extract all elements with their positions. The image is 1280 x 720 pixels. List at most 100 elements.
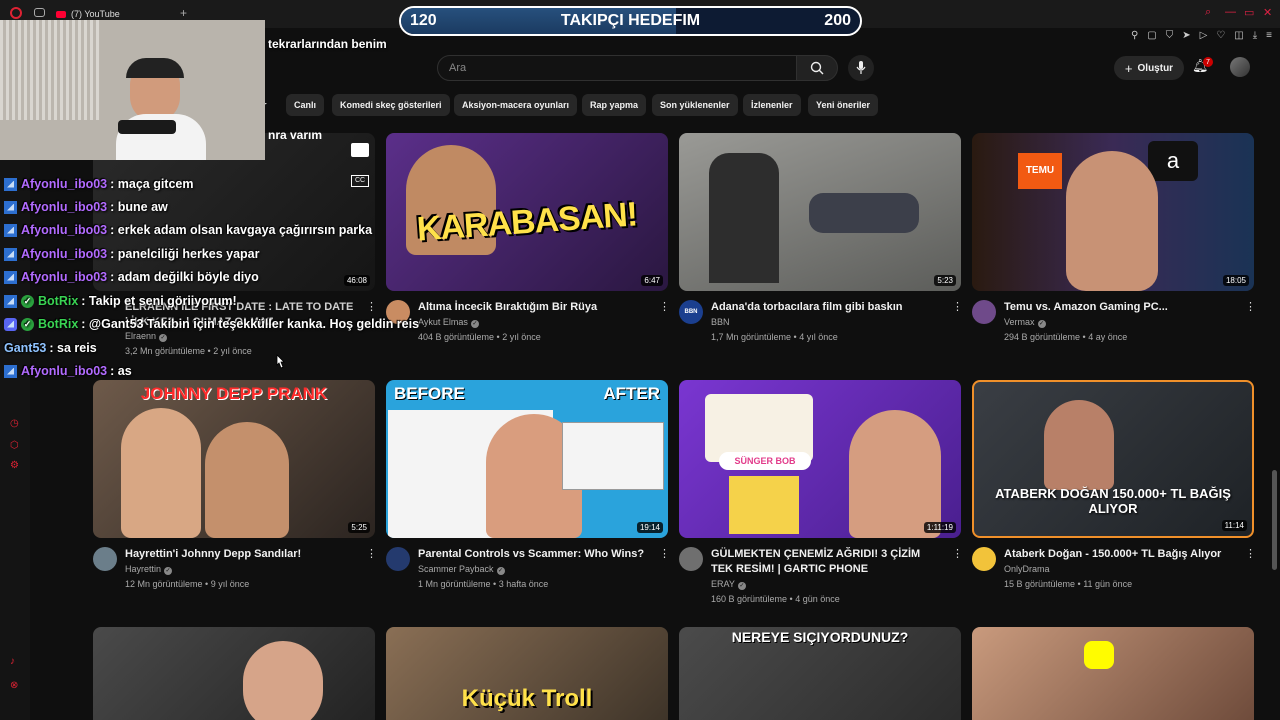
video-title[interactable]: Adana'da torbacılara film gibi baskın — [711, 300, 941, 315]
video-thumbnail-9[interactable] — [93, 627, 375, 720]
captions-icon[interactable]: CC — [351, 175, 369, 187]
chat-text: : as — [110, 364, 132, 378]
chip-action-adventure[interactable]: Aksiyon-macera oyunları — [454, 94, 578, 116]
thumbnail-caption: TEMU — [1018, 153, 1062, 189]
more-options-icon[interactable]: ⋮ — [659, 300, 670, 313]
chip-watched[interactable]: İzlenenler — [743, 94, 801, 116]
chat-message: Afyonlu_ibo03: maça gitcem — [4, 174, 194, 194]
video-duration: 6:47 — [641, 275, 663, 286]
channel-avatar[interactable] — [972, 300, 996, 324]
channel-avatar[interactable] — [972, 547, 996, 571]
video-thumbnail-7[interactable]: SÜNGER BOB 1:11:19 — [679, 380, 961, 538]
video-meta: 1,7 Mn görüntüleme • 4 yıl önce — [711, 332, 838, 342]
music-icon[interactable]: ♪ — [10, 656, 15, 667]
search-tabs-icon[interactable]: ⌕ — [1205, 6, 1211, 19]
menu-icon[interactable]: ≡ — [1266, 30, 1272, 41]
video-thumbnail-6[interactable]: BEFORE AFTER 19:14 — [386, 380, 668, 538]
video-title[interactable]: Altıma İncecik Bıraktığım Bir Rüya — [418, 300, 648, 315]
video-meta: 160 B görüntüleme • 4 gün önce — [711, 594, 840, 604]
chat-text: : adam değilki böyle diyo — [110, 270, 259, 284]
chat-message: ✓ BotRix: Takip et seni göriiyorum! — [4, 291, 237, 311]
channel-name[interactable]: OnlyDrama — [1004, 562, 1050, 577]
video-thumbnail-8[interactable]: ATABERK DOĞAN 150.000+ TL BAĞIŞ ALIYOR 1… — [972, 380, 1254, 538]
verified-icon: ✓ — [1037, 320, 1046, 328]
account-avatar[interactable] — [1230, 57, 1250, 77]
new-tab-button[interactable]: + — [180, 6, 187, 20]
video-title[interactable]: Parental Controls vs Scammer: Who Wins? — [418, 547, 648, 562]
camera-icon[interactable]: ◫ — [1234, 30, 1243, 41]
voice-search-button[interactable] — [848, 55, 874, 81]
more-options-icon[interactable]: ⋮ — [366, 547, 377, 560]
goal-target: 200 — [824, 12, 851, 29]
more-options-icon[interactable]: ⋮ — [366, 300, 377, 313]
more-options-icon[interactable]: ⋮ — [1245, 547, 1256, 560]
video-thumbnail-10[interactable]: Küçük Troll — [386, 627, 668, 720]
shield-icon[interactable]: ⛉ — [1166, 30, 1174, 41]
close-icon[interactable]: ✕ — [1263, 6, 1272, 19]
chip-recent-uploads[interactable]: Son yüklenenler — [652, 94, 738, 116]
window-blinds — [0, 20, 100, 120]
channel-avatar[interactable] — [679, 547, 703, 571]
channel-name[interactable]: BBN — [711, 315, 730, 330]
more-options-icon[interactable]: ⋮ — [659, 547, 670, 560]
video-thumbnail-3[interactable]: 5:23 — [679, 133, 961, 291]
channel-name[interactable]: ERAY ✓ — [711, 577, 746, 592]
channel-name[interactable]: Vermax ✓ — [1004, 315, 1046, 330]
history-icon[interactable]: ◷ — [10, 418, 19, 429]
chip-rap[interactable]: Rap yapma — [582, 94, 647, 116]
send-icon[interactable]: ➤ — [1182, 30, 1190, 41]
thumbnail-face — [849, 410, 941, 538]
extensions-icon[interactable]: ⬡ — [10, 440, 19, 451]
channel-avatar[interactable] — [386, 547, 410, 571]
snapshot-icon[interactable]: ▢ — [1147, 30, 1156, 41]
download-icon[interactable]: ⤓ — [1253, 30, 1257, 41]
settings-icon[interactable]: ⚙ — [10, 460, 19, 471]
page-scrollbar[interactable] — [1272, 470, 1277, 570]
video-title[interactable]: Temu vs. Amazon Gaming PC... — [1004, 300, 1234, 315]
video-thumbnail-12[interactable] — [972, 627, 1254, 720]
channel-name[interactable]: Aykut Elmas ✓ — [418, 315, 479, 330]
video-meta: 12 Mn görüntüleme • 9 yıl önce — [125, 579, 250, 589]
maximize-icon[interactable]: ▭ — [1244, 6, 1254, 19]
chat-username: Gant53 — [4, 341, 47, 355]
minimize-icon[interactable]: — — [1225, 6, 1236, 18]
more-options-icon[interactable]: ⋮ — [952, 300, 963, 313]
channel-name[interactable]: Hayrettin ✓ — [125, 562, 173, 577]
video-thumbnail-4[interactable]: TEMU a 18:05 — [972, 133, 1254, 291]
opera-logo-icon[interactable] — [10, 7, 22, 19]
create-button[interactable]: + Oluştur — [1114, 56, 1184, 80]
chip-live[interactable]: Canlı — [286, 94, 325, 116]
header-text: tekrarlarından benim — [268, 37, 387, 51]
twitch-badge-icon — [4, 247, 17, 261]
microphone-icon — [856, 61, 866, 74]
video-thumbnail-5[interactable]: JOHNNY DEPP PRANK 5:25 — [93, 380, 375, 538]
play-icon[interactable]: ▷ — [1200, 30, 1208, 41]
video-thumbnail-2[interactable]: KARABASAN! 6:47 — [386, 133, 668, 291]
chip-comedy[interactable]: Komedi skeç gösterileri — [332, 94, 450, 116]
verified-icon: ✓ — [496, 567, 505, 575]
more-options-icon[interactable]: ⋮ — [952, 547, 963, 560]
pin-icon[interactable]: ⚲ — [1131, 30, 1138, 41]
chat-message: ✓ BotRix: @Gant53 Takibin için teşekkülle… — [4, 314, 419, 334]
chat-text: : bune aw — [110, 200, 168, 214]
heart-icon[interactable]: ♡ — [1216, 30, 1225, 41]
ax-icon[interactable]: ⊗ — [10, 680, 18, 691]
video-title[interactable]: Hayrettin'i Johnny Depp Sandılar! — [125, 547, 355, 562]
tab-title: (7) YouTube — [71, 9, 120, 19]
bot-badge-icon: ✓ — [21, 317, 34, 331]
channel-name[interactable]: Scammer Payback ✓ — [418, 562, 505, 577]
video-thumbnail-11[interactable]: NEREYE SIÇIYORDUNUZ? — [679, 627, 961, 720]
twitch-badge-icon — [4, 364, 17, 378]
mute-icon[interactable] — [351, 143, 369, 157]
thumbnail-face — [205, 422, 289, 538]
messenger-icon[interactable] — [34, 8, 45, 17]
channel-avatar[interactable]: BBN — [679, 300, 703, 324]
search-input[interactable]: Ara — [437, 55, 797, 81]
more-options-icon[interactable]: ⋮ — [1245, 300, 1256, 313]
channel-avatar[interactable] — [93, 547, 117, 571]
search-button[interactable] — [796, 55, 838, 81]
chip-new-to-you[interactable]: Yeni öneriler — [808, 94, 879, 116]
video-title[interactable]: Ataberk Doğan - 150.000+ TL Bağış Alıyor — [1004, 547, 1234, 562]
video-title[interactable]: GÜLMEKTEN ÇENEMİZ AĞRIDI! 3 ÇİZİM TEK RE… — [711, 547, 941, 577]
notification-count-badge: 7 — [1203, 57, 1213, 67]
